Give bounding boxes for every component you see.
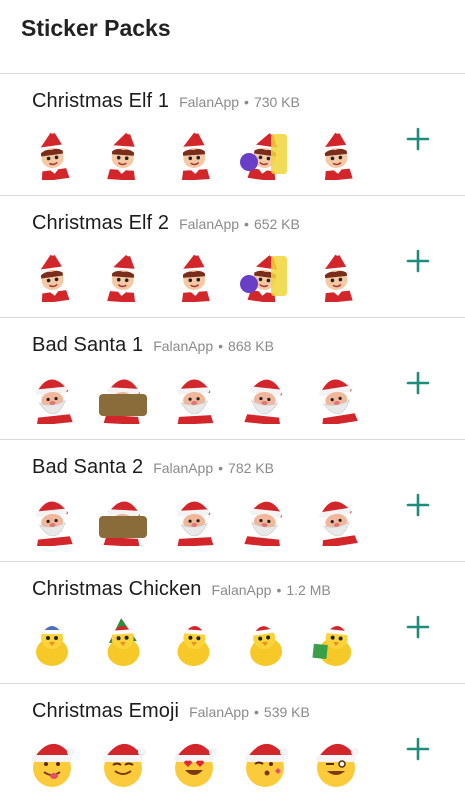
sticker-santa-fallen [310, 372, 362, 427]
sticker-elf-bag [97, 250, 149, 303]
sticker-pack-row[interactable]: Christmas Emoji FalanApp • 539 KB [0, 684, 465, 800]
pack-size: 539 KB [263, 704, 310, 720]
pack-header: Christmas Chicken FalanApp • 1.2 MB [32, 578, 331, 601]
pack-meta-separator: • [276, 582, 282, 598]
sticker-kid-hi-sign [239, 372, 291, 426]
sticker-emoji-tongue [26, 738, 78, 790]
sticker-santa-shout [168, 372, 220, 425]
sticker-elf-hello-ornament [239, 128, 291, 182]
sticker-preview-strip [26, 616, 362, 668]
add-pack-button[interactable] [405, 248, 431, 274]
plus-icon [406, 371, 430, 395]
app-bar: Sticker Packs [0, 0, 465, 74]
sticker-pack-row[interactable]: Bad Santa 1 FalanApp • 868 KB [0, 318, 465, 440]
sticker-chick-tree [97, 616, 149, 668]
pack-name: Bad Santa 2 [32, 456, 144, 478]
pack-size: 652 KB [253, 216, 300, 232]
pack-publisher: FalanApp [211, 582, 272, 598]
sticker-santa-grumpy [26, 372, 78, 426]
sticker-pack-row[interactable]: Christmas Elf 1 FalanApp • 730 KB [0, 74, 465, 196]
pack-size: 868 KB [228, 338, 274, 354]
sticker-emoji-kiss [239, 738, 291, 790]
pack-header: Bad Santa 2 FalanApp • 782 KB [32, 456, 274, 479]
sticker-elf-laugh [310, 249, 362, 304]
pack-name: Christmas Chicken [32, 578, 202, 600]
add-pack-button[interactable] [405, 126, 431, 152]
pack-header: Christmas Elf 2 FalanApp • 652 KB [32, 212, 300, 235]
sticker-santa-kiss [97, 372, 149, 425]
pack-publisher: FalanApp [153, 460, 214, 476]
pack-publisher: FalanApp [189, 704, 250, 720]
sticker-santa-snow-hut [239, 494, 291, 548]
sticker-preview-strip [26, 249, 362, 304]
sticker-elf-goggles [97, 128, 149, 181]
sticker-preview-strip [26, 127, 362, 182]
plus-icon [406, 493, 430, 517]
pack-header: Bad Santa 1 FalanApp • 868 KB [32, 334, 274, 357]
pack-meta-separator: • [244, 216, 249, 232]
sticker-elf-point [239, 250, 291, 304]
sticker-pack-row[interactable]: Bad Santa 2 FalanApp • 782 KB [0, 440, 465, 562]
plus-icon [406, 127, 430, 151]
pack-name: Christmas Elf 1 [32, 90, 170, 112]
sticker-chick-santa [168, 616, 220, 668]
sticker-santa-get-out-sign [168, 494, 220, 547]
pack-name: Bad Santa 1 [32, 334, 144, 356]
sticker-emoji-wink [310, 738, 362, 790]
pack-meta-separator: • [218, 460, 224, 476]
pack-header: Christmas Emoji FalanApp • 539 KB [32, 700, 310, 723]
sticker-pack-row[interactable]: Christmas Chicken FalanApp • 1.2 MB [0, 562, 465, 684]
sticker-chick-dance [239, 616, 291, 668]
page-title: Sticker Packs [21, 15, 171, 41]
pack-meta-separator: • [254, 704, 259, 720]
pack-meta-separator: • [244, 94, 249, 110]
pack-size: 782 KB [228, 460, 274, 476]
sticker-chick-gift [310, 616, 362, 668]
pack-publisher: FalanApp [179, 216, 240, 232]
plus-icon [406, 737, 430, 761]
pack-publisher: FalanApp [153, 338, 214, 354]
pack-header: Christmas Elf 1 FalanApp • 730 KB [32, 90, 300, 113]
sticker-emoji-heart-eyes [168, 738, 220, 790]
add-pack-button[interactable] [405, 736, 431, 762]
pack-name: Christmas Elf 2 [32, 212, 170, 234]
sticker-elf-heart [26, 127, 78, 182]
plus-icon [406, 615, 430, 639]
pack-size: 1.2 MB [286, 582, 331, 598]
sticker-elf-scared [310, 127, 362, 182]
pack-publisher: FalanApp [179, 94, 240, 110]
sticker-pack-row[interactable]: Christmas Elf 2 FalanApp • 652 KB [0, 196, 465, 318]
sticker-preview-strip [26, 494, 362, 549]
pack-size: 730 KB [253, 94, 300, 110]
add-pack-button[interactable] [405, 370, 431, 396]
add-pack-button[interactable] [405, 614, 431, 640]
sticker-elf-thinking [168, 249, 220, 303]
sticker-chick-hat [26, 616, 78, 668]
sticker-santa-car [97, 494, 149, 547]
sticker-emoji-smile [97, 738, 149, 790]
pack-meta-separator: • [218, 338, 224, 354]
sticker-santa-frown [26, 494, 78, 548]
sticker-santa-ok [310, 494, 362, 549]
sticker-preview-strip [26, 372, 362, 427]
sticker-pack-list: Christmas Elf 1 FalanApp • 730 KB Christ… [0, 74, 465, 800]
plus-icon [406, 249, 430, 273]
sticker-preview-strip [26, 738, 362, 790]
add-pack-button[interactable] [405, 492, 431, 518]
sticker-elf-wave [168, 127, 220, 181]
sticker-elf-lights [26, 249, 78, 304]
pack-name: Christmas Emoji [32, 700, 180, 722]
